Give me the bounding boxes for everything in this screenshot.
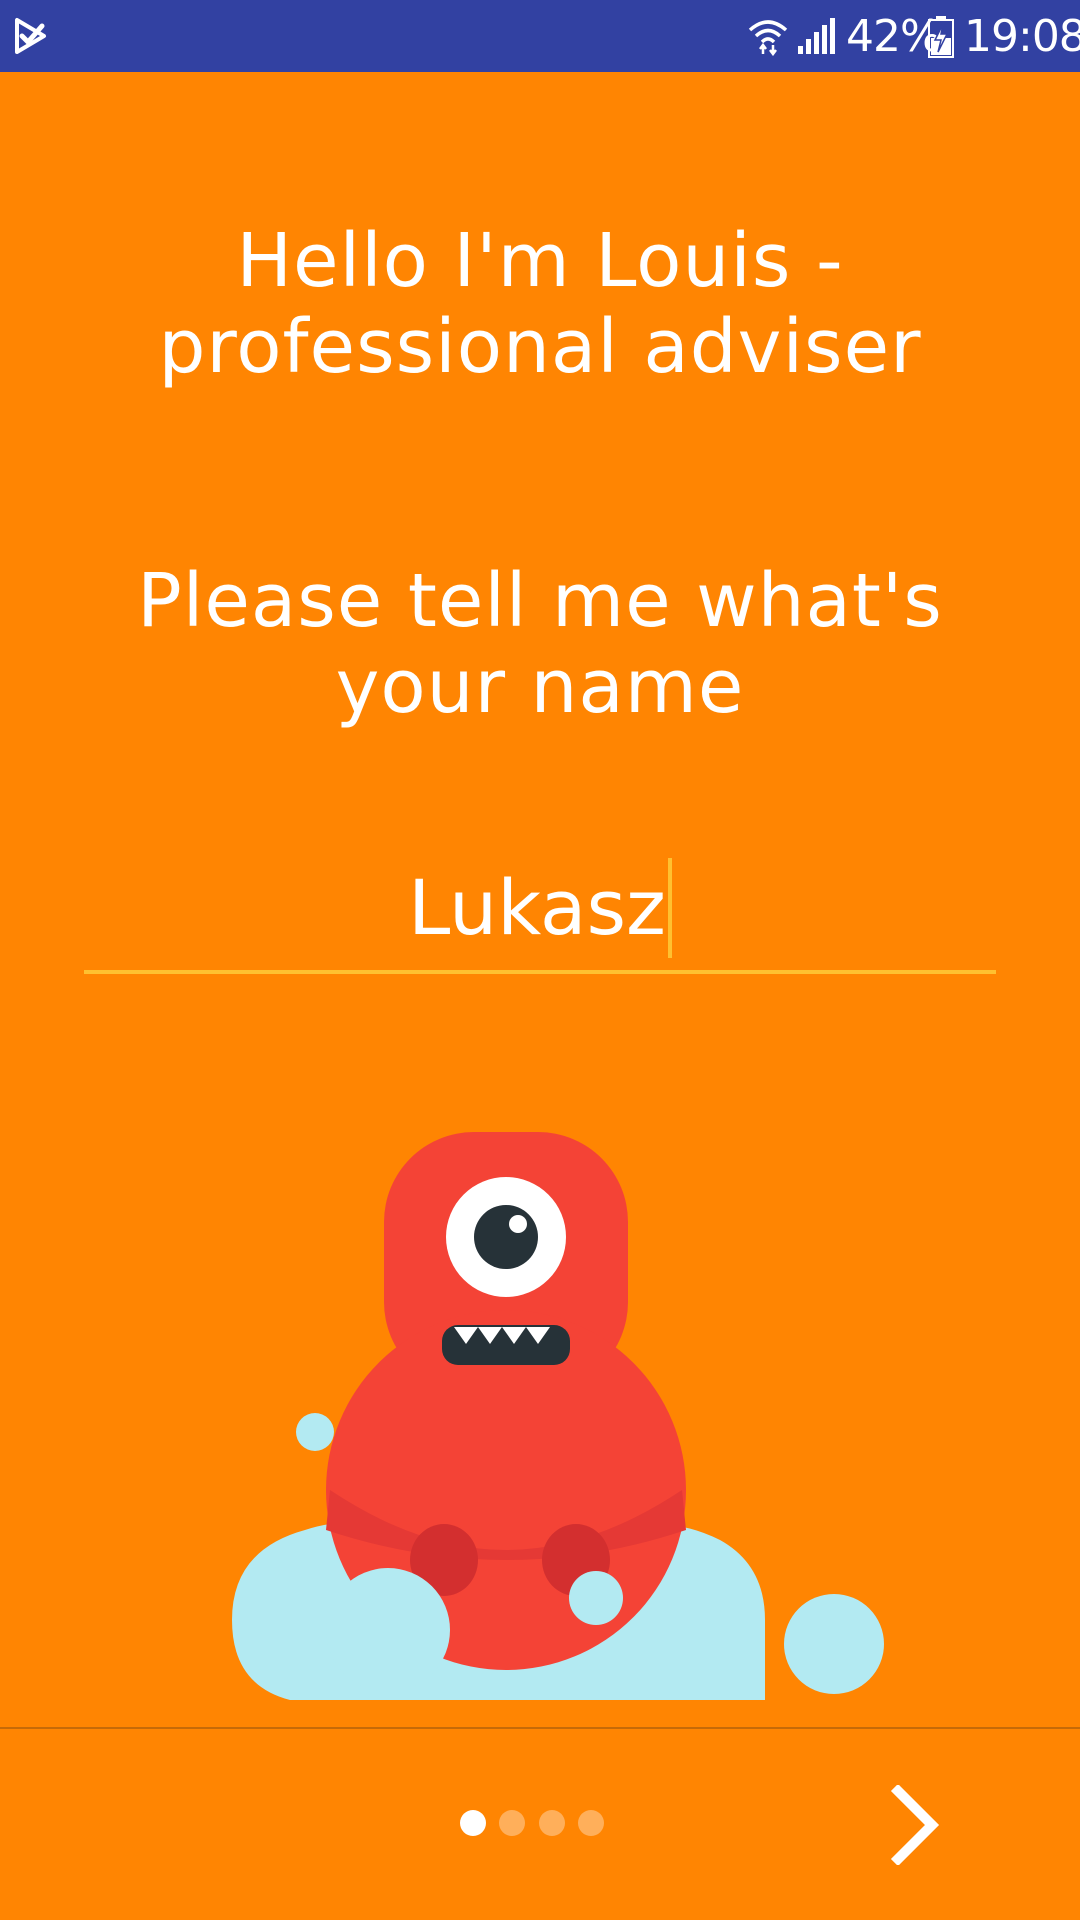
page-dot-2	[499, 1810, 525, 1836]
battery-percent: 42%	[846, 11, 942, 62]
name-prompt: Please tell me what's your name	[137, 558, 943, 730]
next-button[interactable]	[870, 1780, 960, 1870]
greeting-title: Hello I'm Louis - professional adviser	[158, 218, 922, 390]
app-check-icon	[15, 18, 46, 54]
monster-mascot-illustration	[232, 1132, 884, 1700]
text-caret	[667, 858, 672, 958]
name-input[interactable]: Lukasz	[84, 838, 996, 974]
page-dot-1	[460, 1810, 486, 1836]
name-input-text[interactable]: Lukasz	[408, 863, 666, 952]
name-input-value[interactable]: Lukasz	[84, 858, 996, 958]
wifi-icon	[748, 20, 788, 56]
page-dot-4	[578, 1810, 604, 1836]
signal-icon	[798, 18, 835, 54]
chevron-right-icon	[890, 1785, 940, 1865]
footer-divider	[0, 1727, 1080, 1729]
battery-charging-icon	[928, 16, 954, 58]
clock: 19:08	[964, 11, 1080, 62]
status-bar: 42% 19:08	[0, 0, 1080, 72]
page-dot-3	[539, 1810, 565, 1836]
